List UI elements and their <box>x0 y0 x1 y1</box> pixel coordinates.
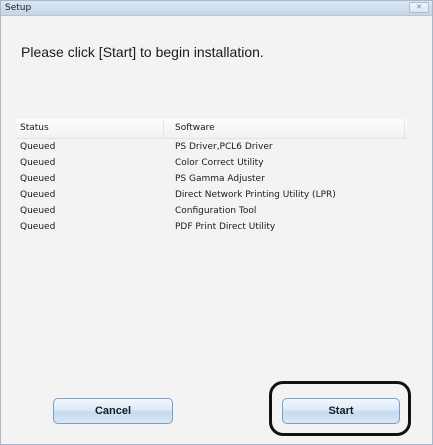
close-icon[interactable]: ✕ <box>409 2 429 13</box>
instruction-text: Please click [Start] to begin installati… <box>21 44 264 60</box>
list-item[interactable]: Queued Color Correct Utility <box>16 155 407 171</box>
start-button-highlight <box>269 381 411 436</box>
status-cell: Queued <box>20 206 56 216</box>
software-cell: Color Correct Utility <box>175 158 264 168</box>
title-bar: Setup ✕ <box>1 1 432 16</box>
list-item[interactable]: Queued PS Driver,PCL6 Driver <box>16 139 407 155</box>
list-header: Status Software <box>16 119 407 139</box>
list-item[interactable]: Queued Configuration Tool <box>16 203 407 219</box>
software-cell: Configuration Tool <box>175 206 257 216</box>
column-header-software[interactable]: Software <box>175 122 215 135</box>
column-divider <box>163 119 164 138</box>
software-cell: PS Gamma Adjuster <box>175 174 265 184</box>
list-item[interactable]: Queued PDF Print Direct Utility <box>16 219 407 235</box>
status-cell: Queued <box>20 190 56 200</box>
software-cell: PS Driver,PCL6 Driver <box>175 142 273 152</box>
software-cell: Direct Network Printing Utility (LPR) <box>175 190 336 200</box>
window-title: Setup <box>5 3 32 13</box>
status-cell: Queued <box>20 158 56 168</box>
column-header-status[interactable]: Status <box>20 122 49 135</box>
cancel-button[interactable]: Cancel <box>53 398 173 424</box>
status-cell: Queued <box>20 222 56 232</box>
status-cell: Queued <box>20 174 56 184</box>
list-rows: Queued PS Driver,PCL6 Driver Queued Colo… <box>16 139 407 235</box>
column-divider <box>404 119 405 138</box>
status-cell: Queued <box>20 142 56 152</box>
software-cell: PDF Print Direct Utility <box>175 222 276 232</box>
software-list: Status Software Queued PS Driver,PCL6 Dr… <box>16 119 407 379</box>
list-item[interactable]: Queued PS Gamma Adjuster <box>16 171 407 187</box>
list-item[interactable]: Queued Direct Network Printing Utility (… <box>16 187 407 203</box>
setup-window: Setup ✕ Please click [Start] to begin in… <box>0 0 433 445</box>
